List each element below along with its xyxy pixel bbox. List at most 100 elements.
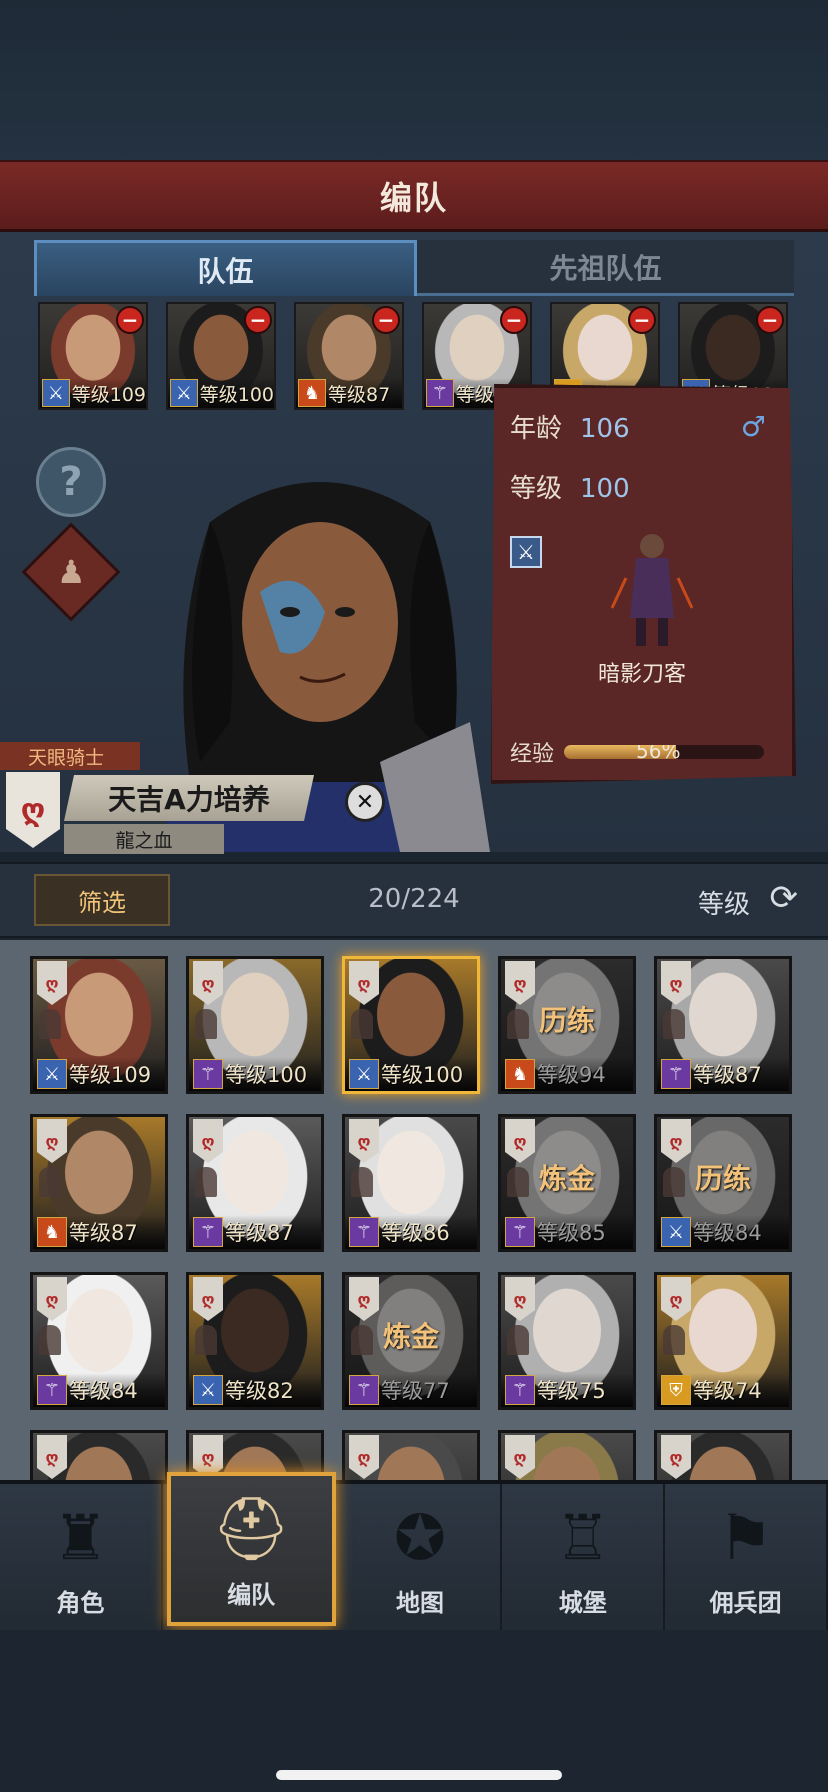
level-text: 等级87 (225, 1221, 294, 1245)
helmet-icon: ⛑ (211, 1492, 291, 1565)
level-value: 100 (580, 474, 630, 504)
level-label: 等级 (510, 474, 563, 504)
level-row: 等级 100 (510, 468, 630, 505)
roster-card[interactable]: ღ ⚔ 等级109 (30, 956, 168, 1094)
level-text: 等级84 (693, 1221, 762, 1245)
refresh-icon[interactable]: ⟳ (770, 878, 799, 918)
roster-grid: ღ ⚔ 等级109 ღ ⚚ 等级100 ღ ⚔ 等级100 ღ 历练 ♞ 等级94 ღ ⚚ 等级87 ღ ♞ 等级8… (30, 956, 792, 1485)
hero-banner-icon: ღ (6, 772, 60, 848)
sword-icon: ⚔ (170, 379, 198, 407)
nav-label: 编队 (227, 1581, 276, 1609)
soldier-icon (663, 1325, 685, 1355)
hero-roster: ღ ⚔ 等级109 ღ ⚚ 等级100 ღ ⚔ 等级100 ღ 历练 ♞ 等级94 ღ ⚚ 等级87 ღ ♞ 等级8… (0, 940, 828, 1485)
slot-footer: ♞ 等级87 (296, 378, 402, 408)
roster-card[interactable]: ღ ⚚ 等级87 (654, 956, 792, 1094)
remove-icon[interactable]: − (628, 306, 656, 334)
roster-card[interactable]: ღ (498, 1430, 636, 1485)
nav-item-knight[interactable]: ♜ 角色 (0, 1484, 163, 1630)
remove-icon[interactable]: − (500, 306, 528, 334)
level-text: 等级100 (225, 1063, 308, 1087)
staff-icon: ⚚ (193, 1217, 223, 1247)
card-footer: ⚚ 等级87 (189, 1215, 321, 1249)
remove-hero-button[interactable]: ✕ (345, 782, 385, 822)
team-slot[interactable]: − ⚔ 等级100 (166, 302, 276, 410)
nav-item-mercenary-banner[interactable]: ⚑ 佣兵团 (665, 1484, 828, 1630)
remove-icon[interactable]: − (372, 306, 400, 334)
shield-icon: ⛨ (661, 1375, 691, 1405)
roster-card[interactable]: ღ ⚚ 等级87 (186, 1114, 324, 1252)
home-indicator-area (0, 1630, 828, 1792)
staff-icon: ⚚ (349, 1375, 379, 1405)
level-text: 等级77 (381, 1379, 450, 1403)
roster-card[interactable]: ღ 历练 ♞ 等级94 (498, 956, 636, 1094)
filter-bar: 筛选 20/224 等级 ⟳ (0, 862, 828, 938)
soldier-icon (507, 1325, 529, 1355)
soldier-icon (663, 1009, 685, 1039)
roster-card[interactable]: ღ 炼金 ⚚ 等级77 (342, 1272, 480, 1410)
hero-title-tag: 天眼骑士 (0, 742, 140, 770)
home-indicator[interactable] (276, 1770, 562, 1780)
level-text: 等级109 (69, 1063, 152, 1087)
card-footer: ♞ 等级87 (33, 1215, 165, 1249)
activity-label: 炼金 (538, 1162, 595, 1195)
bottom-nav: ♜ 角色 ⛑ 编队 ✪ 地图 ♖ 城堡 ⚑ 佣兵团 (0, 1472, 828, 1630)
roster-card[interactable]: ღ ⚚ 等级100 (186, 956, 324, 1094)
team-slot[interactable]: − ♞ 等级87 (294, 302, 404, 410)
roster-card[interactable]: ღ 历练 ⚔ 等级84 (654, 1114, 792, 1252)
sword-icon: ⚔ (193, 1375, 223, 1405)
sort-label[interactable]: 等级 (698, 884, 750, 921)
level-text: 等级87 (693, 1063, 762, 1087)
mercenary-banner-icon: ⚑ (717, 1500, 774, 1574)
card-footer: ⛨ 等级74 (657, 1373, 789, 1407)
soldier-icon (351, 1009, 373, 1039)
roster-card[interactable]: ღ (654, 1430, 792, 1485)
tab-team[interactable]: 队伍 (34, 240, 417, 296)
soldier-icon (39, 1167, 61, 1197)
soldier-icon (195, 1325, 217, 1355)
roster-card[interactable]: ღ ⚚ 等级84 (30, 1272, 168, 1410)
remove-icon[interactable]: − (756, 306, 784, 334)
knight-icon: ♜ (52, 1500, 109, 1574)
roster-card[interactable]: ღ ♞ 等级87 (30, 1114, 168, 1252)
soldier-icon (351, 1167, 373, 1197)
nav-label: 城堡 (558, 1589, 607, 1617)
roster-card[interactable]: ღ 炼金 ⚚ 等级85 (498, 1114, 636, 1252)
hero-name: 天吉A力培养 (64, 775, 314, 821)
nav-item-castle[interactable]: ♖ 城堡 (502, 1484, 666, 1630)
card-footer: ⚚ 等级100 (189, 1057, 321, 1091)
sword-icon: ⚔ (42, 379, 70, 407)
roster-card[interactable]: ღ ⚚ 等级75 (498, 1272, 636, 1410)
card-footer: ⚚ 等级86 (345, 1215, 477, 1249)
level-text: 等级87 (328, 383, 391, 406)
compass-map-icon: ✪ (394, 1500, 446, 1574)
castle-icon: ♖ (554, 1500, 611, 1574)
age-value: 106 (580, 414, 630, 444)
remove-icon[interactable]: − (116, 306, 144, 334)
team-slot[interactable]: − ⚔ 等级109 (38, 302, 148, 410)
card-footer: ⚔ 等级109 (33, 1057, 165, 1091)
hero-detail: ? ♟ 天眼骑士 ღ 天吉A力培养 ✕ 龍之血 年龄 106 ♂ 等级 100 … (0, 384, 828, 854)
roster-card[interactable]: ღ (30, 1430, 168, 1485)
exp-row: 经验 56% (510, 736, 780, 768)
card-footer: ⚔ 等级82 (189, 1373, 321, 1407)
roster-card[interactable]: ღ ⚔ 等级82 (186, 1272, 324, 1410)
roster-card[interactable]: ღ ⚚ 等级86 (342, 1114, 480, 1252)
card-footer: ⚔ 等级84 (657, 1215, 789, 1249)
nav-item-compass-map[interactable]: ✪ 地图 (340, 1484, 503, 1630)
roster-card[interactable]: ღ ⚔ 等级100 (342, 956, 480, 1094)
remove-icon[interactable]: − (244, 306, 272, 334)
roster-card[interactable]: ღ ⛨ 等级74 (654, 1272, 792, 1410)
soldier-icon (195, 1167, 217, 1197)
nav-label: 地图 (395, 1589, 444, 1617)
staff-icon: ⚚ (661, 1059, 691, 1089)
sword-icon: ⚔ (349, 1059, 379, 1089)
exp-progress-bar: 56% (564, 745, 765, 759)
level-text: 等级100 (199, 383, 274, 406)
roster-card[interactable]: ღ (342, 1430, 480, 1485)
help-button[interactable]: ? (36, 447, 106, 517)
level-text: 等级75 (537, 1379, 606, 1403)
squad-button[interactable]: ♟ (21, 522, 121, 622)
tab-ancestor-team[interactable]: 先祖队伍 (417, 240, 794, 296)
staff-icon: ⚚ (426, 379, 454, 407)
nav-item-helmet[interactable]: ⛑ 编队 (166, 1472, 336, 1626)
